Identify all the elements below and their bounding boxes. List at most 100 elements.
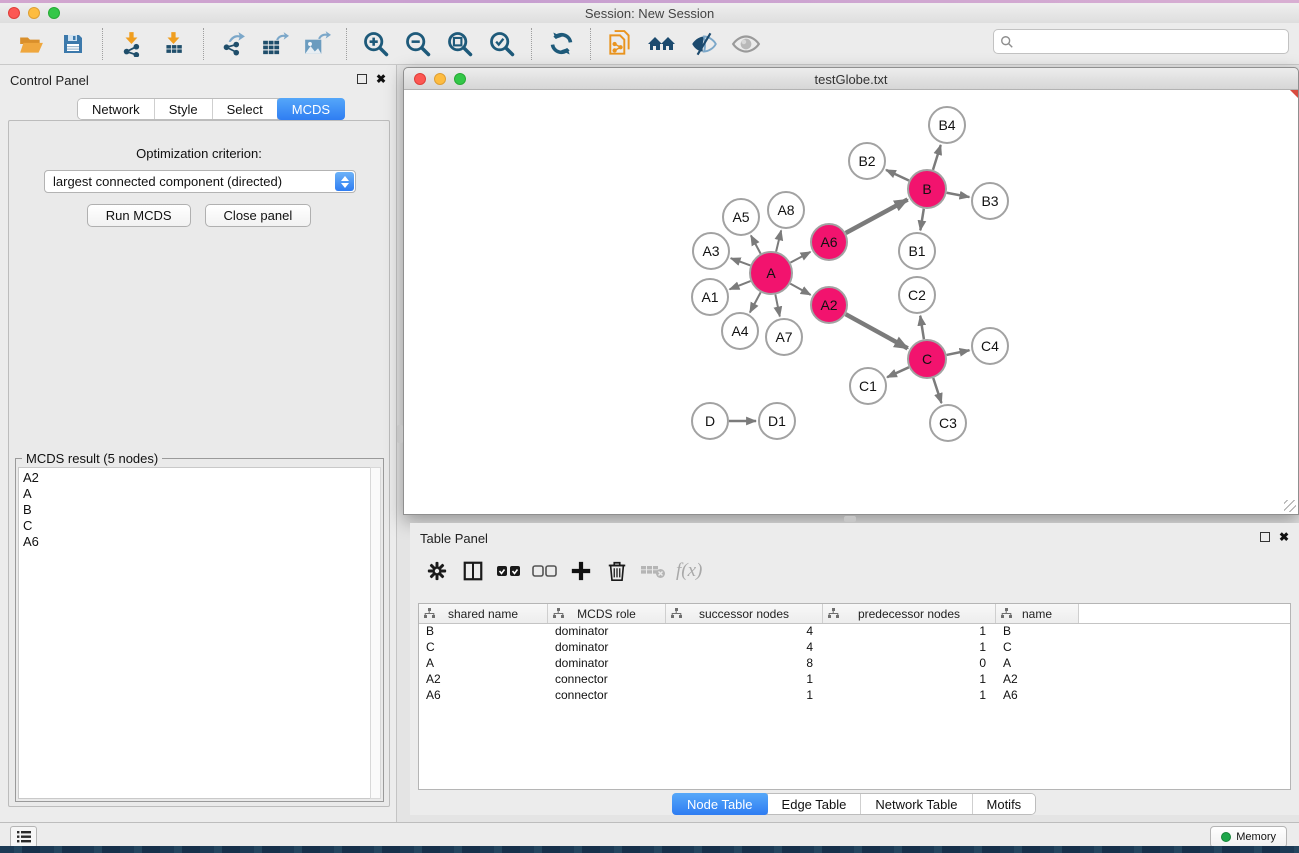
edge-B-B2[interactable] bbox=[886, 170, 909, 181]
app-titlebar: Session: New Session bbox=[0, 3, 1299, 23]
result-item[interactable]: A2 bbox=[23, 470, 371, 486]
result-item[interactable]: A6 bbox=[23, 534, 371, 550]
edge-C-C2[interactable] bbox=[920, 316, 924, 339]
add-column-icon[interactable] bbox=[568, 558, 594, 584]
show-graphics-details-icon[interactable] bbox=[731, 29, 761, 59]
task-history-button[interactable] bbox=[10, 826, 37, 848]
tab-style[interactable]: Style bbox=[155, 99, 213, 119]
tab-edge-table[interactable]: Edge Table bbox=[768, 794, 862, 814]
edge-C-C1[interactable] bbox=[887, 367, 909, 377]
node-label-D1: D1 bbox=[768, 413, 786, 429]
network-window-titlebar: testGlobe.txt bbox=[404, 68, 1298, 90]
control-panel: Control Panel ✖ NetworkStyleSelectMCDS O… bbox=[0, 65, 397, 822]
table-row[interactable]: A6connector11A6 bbox=[419, 688, 1290, 704]
criterion-dropdown[interactable]: largest connected component (directed) bbox=[44, 170, 356, 193]
tab-select[interactable]: Select bbox=[213, 99, 278, 119]
toolbar-separator bbox=[531, 28, 532, 60]
tab-motifs[interactable]: Motifs bbox=[973, 794, 1036, 814]
search-input[interactable] bbox=[1018, 35, 1282, 49]
column-header-shared-name[interactable]: shared name bbox=[419, 604, 548, 623]
table-row[interactable]: A2connector11A2 bbox=[419, 672, 1290, 688]
table-settings-gear-icon[interactable] bbox=[424, 558, 450, 584]
edge-A-A3[interactable] bbox=[731, 258, 751, 265]
table-cell: 1 bbox=[823, 640, 996, 656]
tab-mcds[interactable]: MCDS bbox=[277, 98, 345, 120]
memory-button[interactable]: Memory bbox=[1210, 826, 1287, 848]
edge-C-C4[interactable] bbox=[947, 350, 970, 355]
mcds-result-list[interactable]: A2ABCA6 bbox=[18, 467, 372, 799]
splitpane-divider-horizontal[interactable] bbox=[844, 516, 856, 522]
export-network-icon[interactable] bbox=[218, 29, 248, 59]
result-item[interactable]: A bbox=[23, 486, 371, 502]
result-item[interactable]: C bbox=[23, 518, 371, 534]
column-header-name[interactable]: name bbox=[996, 604, 1079, 623]
result-item[interactable]: B bbox=[23, 502, 371, 518]
float-panel-icon[interactable] bbox=[357, 74, 367, 84]
close-table-panel-icon[interactable]: ✖ bbox=[1279, 532, 1289, 542]
table-row[interactable]: Bdominator41B bbox=[419, 624, 1290, 640]
edge-A-A4[interactable] bbox=[750, 292, 761, 312]
zoom-out-icon[interactable] bbox=[403, 29, 433, 59]
close-panel-button[interactable]: Close panel bbox=[205, 204, 312, 227]
table-cell: 1 bbox=[823, 688, 996, 704]
network-resize-grip[interactable] bbox=[1284, 500, 1296, 512]
export-image-icon[interactable] bbox=[302, 29, 332, 59]
edge-A-A1[interactable] bbox=[730, 281, 751, 289]
edge-A-A7[interactable] bbox=[775, 295, 779, 317]
export-table-icon[interactable] bbox=[260, 29, 290, 59]
column-header-MCDS-role[interactable]: MCDS role bbox=[548, 604, 666, 623]
column-header-successor-nodes[interactable]: successor nodes bbox=[666, 604, 823, 623]
splitpane-divider-vertical[interactable] bbox=[397, 425, 403, 443]
import-network-icon[interactable] bbox=[117, 29, 147, 59]
tab-network-table[interactable]: Network Table bbox=[861, 794, 972, 814]
open-session-icon[interactable] bbox=[16, 29, 46, 59]
table-cell: dominator bbox=[548, 624, 666, 640]
control-panel-title: Control Panel bbox=[10, 73, 89, 88]
deselect-all-icon[interactable] bbox=[532, 558, 558, 584]
home-icon[interactable] bbox=[647, 29, 677, 59]
table-cell: B bbox=[419, 624, 548, 640]
close-panel-icon[interactable]: ✖ bbox=[376, 74, 386, 84]
main-area: Control Panel ✖ NetworkStyleSelectMCDS O… bbox=[0, 65, 1299, 822]
edge-A-A6[interactable] bbox=[790, 252, 810, 263]
edge-B-B4[interactable] bbox=[933, 145, 941, 170]
refresh-icon[interactable] bbox=[546, 29, 576, 59]
app-title: Session: New Session bbox=[0, 6, 1299, 21]
edge-A2-C[interactable] bbox=[846, 314, 908, 348]
show-columns-icon[interactable] bbox=[460, 558, 486, 584]
zoom-selected-icon[interactable] bbox=[487, 29, 517, 59]
dropdown-stepper-icon bbox=[335, 172, 354, 191]
node-label-B: B bbox=[922, 181, 931, 197]
table-row[interactable]: Cdominator41C bbox=[419, 640, 1290, 656]
edge-A-A2[interactable] bbox=[790, 284, 810, 295]
edge-B-B1[interactable] bbox=[920, 209, 923, 231]
tab-network[interactable]: Network bbox=[78, 99, 155, 119]
run-mcds-button[interactable]: Run MCDS bbox=[87, 204, 191, 227]
show-hide-graphics-icon[interactable] bbox=[689, 29, 719, 59]
network-focus-corner bbox=[1290, 90, 1298, 98]
table-cell: 1 bbox=[666, 688, 823, 704]
import-table-icon[interactable] bbox=[159, 29, 189, 59]
save-session-icon[interactable] bbox=[58, 29, 88, 59]
search-field[interactable] bbox=[993, 29, 1289, 54]
zoom-in-icon[interactable] bbox=[361, 29, 391, 59]
clone-network-icon[interactable] bbox=[605, 29, 635, 59]
edge-C-C3[interactable] bbox=[933, 378, 941, 403]
node-label-A3: A3 bbox=[702, 243, 719, 259]
edge-A-A8[interactable] bbox=[776, 230, 781, 251]
edge-B-B3[interactable] bbox=[947, 193, 970, 197]
tab-node-table[interactable]: Node Table bbox=[672, 793, 769, 815]
zoom-fit-icon[interactable] bbox=[445, 29, 475, 59]
node-table[interactable]: shared nameMCDS rolesuccessor nodesprede… bbox=[418, 603, 1291, 790]
edge-A6-B[interactable] bbox=[846, 199, 908, 232]
delete-column-trash-icon[interactable] bbox=[604, 558, 630, 584]
node-label-C2: C2 bbox=[908, 287, 926, 303]
network-canvas[interactable]: B4B2BB3A5A8A6A3B1AC2A1A2A4A7C4CC1DD1C3 bbox=[404, 90, 1298, 514]
table-row[interactable]: Adominator80A bbox=[419, 656, 1290, 672]
result-scrollbar[interactable] bbox=[370, 467, 381, 799]
select-all-icon[interactable] bbox=[496, 558, 522, 584]
column-header-predecessor-nodes[interactable]: predecessor nodes bbox=[823, 604, 996, 623]
float-table-panel-icon[interactable] bbox=[1260, 532, 1270, 542]
edge-A-A5[interactable] bbox=[751, 236, 761, 254]
table-cell: A2 bbox=[996, 672, 1079, 688]
